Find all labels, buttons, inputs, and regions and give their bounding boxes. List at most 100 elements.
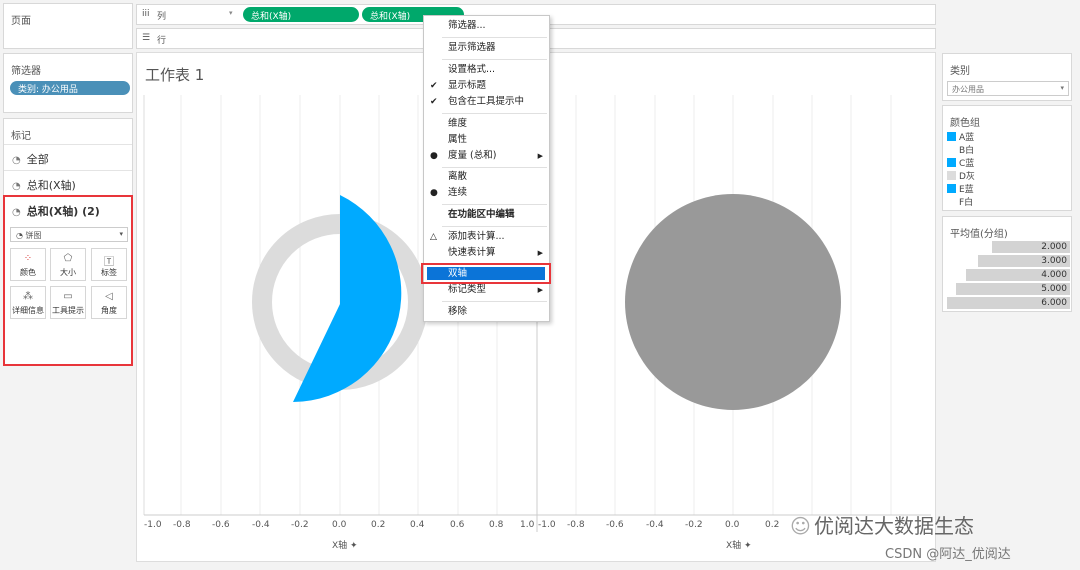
category-value: 办公用品 — [952, 85, 984, 94]
pie-circle-gray — [625, 194, 841, 410]
legend-label: F白 — [959, 198, 974, 208]
chevron-down-icon: ▾ — [229, 9, 233, 17]
menu-item-quick-table-calc[interactable]: 快速表计算 ▶ — [424, 245, 549, 261]
category-select[interactable]: 办公用品 ▾ — [947, 81, 1069, 96]
color-legend-title: 颜色组 — [950, 118, 980, 129]
tick-label: -0.8 — [567, 520, 585, 530]
menu-item-label: 快速表计算 — [448, 247, 496, 258]
chevron-right-icon: ▶ — [537, 249, 543, 257]
tick-label: -1.0 — [538, 520, 556, 530]
swatch — [947, 171, 956, 180]
tick-label: -0.4 — [252, 520, 270, 530]
tick-label: -0.6 — [606, 520, 624, 530]
tick-label: 1.0 — [520, 520, 535, 530]
filter-pill[interactable]: 类别: 办公用品 — [10, 81, 130, 95]
tick-label: 0.8 — [489, 520, 504, 530]
axis-label-left[interactable]: X轴 ✦ — [332, 538, 358, 551]
menu-item-add-table-calc[interactable]: △ 添加表计算... — [424, 229, 549, 245]
legend-label: C蓝 — [959, 159, 975, 169]
filters-panel: 筛选器 类别: 办公用品 — [3, 53, 133, 113]
menu-item-format[interactable]: 设置格式... — [424, 62, 549, 78]
tick-label: -0.6 — [212, 520, 230, 530]
menu-item-remove[interactable]: 移除 — [424, 304, 549, 320]
axis-label-text: X轴 — [332, 541, 348, 551]
menu-item-measure[interactable]: ● 度量 (总和) ▶ — [424, 148, 549, 164]
menu-item-filter[interactable]: 筛选器... — [424, 18, 549, 34]
bullet-icon: ● — [430, 151, 438, 161]
marks-row-label: 总和(X轴) — [26, 179, 76, 192]
chevron-down-icon: ▾ — [1060, 84, 1064, 92]
legend-label: E蓝 — [959, 185, 974, 195]
menu-item-label: 包含在工具提示中 — [448, 96, 525, 107]
tick-label: -0.8 — [173, 520, 191, 530]
menu-item-label: 连续 — [448, 187, 468, 198]
tick-label: -0.2 — [291, 520, 309, 530]
tick-label: 0.2 — [765, 520, 780, 530]
columns-icon: iii — [142, 9, 150, 19]
menu-item-continuous[interactable]: ● 连续 — [424, 185, 549, 201]
menu-item-include-tooltip[interactable]: ✔ 包含在工具提示中 — [424, 94, 549, 110]
tick-label: 0.0 — [332, 520, 347, 530]
rows-label: 行 — [157, 36, 167, 46]
columns-pill-1[interactable]: 总和(X轴) — [243, 7, 359, 22]
legend-item[interactable]: D灰 — [947, 169, 975, 182]
watermark-line2: CSDN @阿达_优阅达 — [885, 547, 1011, 562]
check-icon: ✔ — [430, 81, 438, 91]
axis-label-text: X轴 — [726, 541, 742, 551]
menu-item-label: 显示标题 — [448, 80, 487, 91]
legend-item[interactable]: E蓝 — [947, 182, 974, 195]
swatch — [947, 145, 956, 154]
tick-label: -0.2 — [685, 520, 703, 530]
marks-title: 标记 — [11, 131, 31, 142]
legend-label: A蓝 — [959, 133, 975, 143]
swatch — [947, 197, 956, 206]
menu-item-edit-in-shelf[interactable]: 在功能区中编辑 — [424, 207, 549, 223]
watermark-line1: 优阅达大数据生态 — [814, 514, 975, 538]
menu-item-mark-type[interactable]: 标记类型 ▶ — [424, 282, 549, 298]
swatch — [947, 132, 956, 141]
bullet-icon: ● — [430, 188, 438, 198]
size-bar[interactable]: 3.000 — [978, 255, 1070, 267]
tick-label: -0.4 — [646, 520, 664, 530]
menu-item-label: 标记类型 — [448, 284, 487, 295]
marks-row-all[interactable]: ◔ 全部 — [4, 144, 132, 170]
marks-row-x1[interactable]: ◔ 总和(X轴) — [4, 170, 132, 196]
legend-item[interactable]: C蓝 — [947, 156, 974, 169]
size-legend-title: 平均值(分组) — [950, 229, 1008, 240]
tick-label: 0.0 — [725, 520, 740, 530]
pin-icon: ✦ — [744, 541, 752, 551]
columns-label: 列 — [157, 12, 167, 22]
highlight-box-marks — [3, 195, 133, 366]
menu-item-dimension[interactable]: 维度 — [424, 116, 549, 132]
swatch — [947, 158, 956, 167]
menu-item-show-header[interactable]: ✔ 显示标题 — [424, 78, 549, 94]
menu-item-attribute[interactable]: 属性 — [424, 132, 549, 148]
legend-label: D灰 — [959, 172, 975, 182]
axis-label-right[interactable]: X轴 ✦ — [726, 538, 752, 551]
delta-icon: △ — [430, 232, 437, 242]
rows-icon: ☰ — [142, 33, 151, 43]
clock-icon: ◔ — [12, 155, 21, 166]
tick-label: 0.6 — [450, 520, 465, 530]
legend-item[interactable]: A蓝 — [947, 130, 974, 143]
menu-item-label: 度量 (总和) — [448, 150, 497, 161]
menu-item-show-filter[interactable]: 显示筛选器 — [424, 40, 549, 56]
size-bar[interactable]: 6.000 — [947, 297, 1070, 309]
size-legend: 平均值(分组) 2.000 3.000 4.000 5.000 6.000 — [942, 216, 1072, 312]
category-filter-card: 类别 办公用品 ▾ — [942, 53, 1072, 101]
size-bar[interactable]: 5.000 — [956, 283, 1070, 295]
tick-label: -1.0 — [144, 520, 162, 530]
legend-label: B白 — [959, 146, 975, 156]
chevron-right-icon: ▶ — [537, 152, 543, 160]
size-bar[interactable]: 2.000 — [992, 241, 1070, 253]
swatch — [947, 184, 956, 193]
chevron-right-icon: ▶ — [537, 286, 543, 294]
tick-label: 0.4 — [410, 520, 425, 530]
legend-item[interactable]: F白 — [947, 195, 973, 208]
watermark: ☺ 优阅达大数据生态 — [790, 510, 1075, 539]
size-bar[interactable]: 4.000 — [966, 269, 1070, 281]
legend-item[interactable]: B白 — [947, 143, 974, 156]
wechat-icon: ☺ — [790, 514, 811, 538]
highlight-box-dual-axis — [421, 263, 551, 284]
menu-item-discrete[interactable]: 离散 — [424, 169, 549, 185]
